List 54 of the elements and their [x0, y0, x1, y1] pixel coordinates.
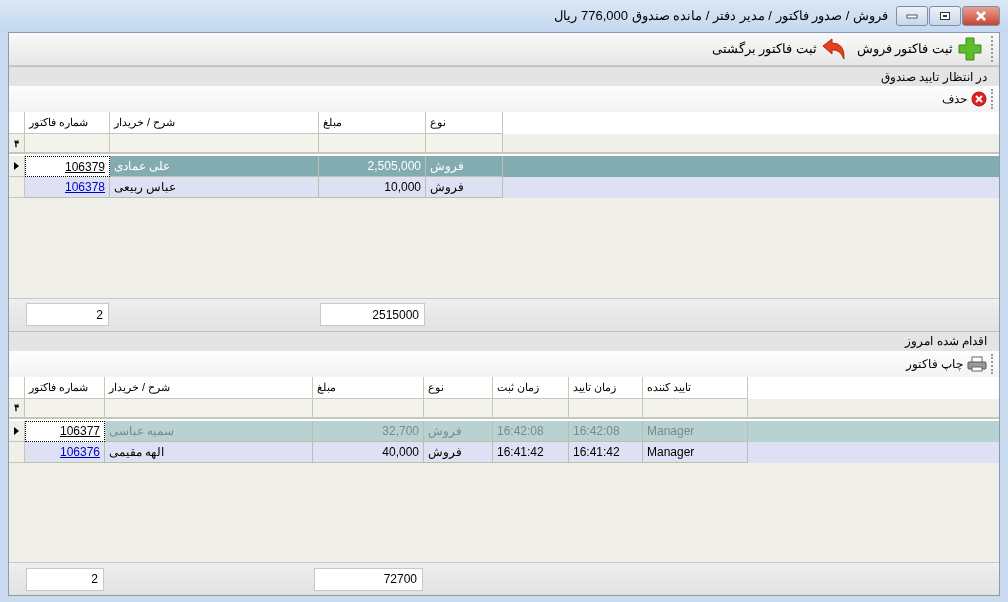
row-header[interactable] [9, 156, 25, 177]
total-field[interactable]: 2 [26, 567, 104, 591]
printer-icon [967, 355, 987, 372]
section-title: اقدام شده امروز [905, 333, 987, 350]
filter-cell[interactable] [426, 134, 503, 152]
column-header[interactable]: نوع [424, 376, 493, 399]
row-pointer-icon [14, 426, 19, 435]
invoice-link[interactable]: 106376 [59, 442, 100, 461]
action-button[interactable]: حذف [942, 90, 987, 108]
invoice-link[interactable]: 106378 [64, 178, 105, 196]
table-cell: فروش [424, 441, 493, 463]
table-cell: 10,000 [319, 177, 426, 198]
table-cell: Manager [643, 420, 748, 442]
total-field[interactable]: 72700 [314, 567, 423, 591]
invoice-link[interactable]: 106379 [64, 157, 105, 176]
table-cell: الهه مقیمی [105, 441, 313, 463]
close-icon [975, 11, 987, 21]
filter-cell[interactable] [319, 134, 426, 152]
row-pointer-icon [14, 162, 19, 170]
table-cell: 32,700 [313, 420, 424, 442]
total-field[interactable]: 2515000 [320, 303, 425, 326]
table-cell: 16:41:42 [493, 441, 569, 463]
toolbar-button[interactable]: ثبت فاکتور برگشتی [709, 37, 849, 61]
close-button[interactable] [962, 6, 1000, 26]
column-header[interactable]: شماره فاکتور [25, 376, 105, 399]
restore-icon [939, 11, 951, 21]
table-cell: فروش [424, 420, 493, 442]
table-cell: 16:42:08 [569, 420, 643, 442]
column-header[interactable]: تایید کننده [643, 376, 748, 399]
filter-cell[interactable] [25, 134, 110, 152]
invoice-link[interactable]: 106377 [59, 422, 100, 440]
action-button[interactable]: چاپ فاکتور [905, 354, 987, 373]
table-cell: Manager [643, 441, 748, 463]
filter-cell[interactable] [110, 134, 319, 152]
plus-icon [957, 36, 983, 62]
minimize-icon [906, 13, 918, 19]
curved-arrow-icon [820, 37, 847, 61]
window-title: فروش / صدور فاکتور / مدیر دفتر / مانده صندوق 776,000 ریال [554, 7, 888, 26]
total-field[interactable]: 2 [26, 303, 109, 326]
column-header[interactable]: مبلغ [313, 376, 424, 399]
section-title: در انتظار تایید صندوق [881, 68, 987, 86]
restore-button[interactable] [929, 6, 961, 26]
toolbar-button[interactable]: ثبت فاکتور فروش [854, 36, 985, 62]
column-header[interactable]: زمان ثبت [493, 376, 569, 399]
table-cell: عباس ربیعی [110, 177, 319, 198]
column-header[interactable]: شرح / خریدار [105, 376, 313, 399]
table-cell: 16:42:08 [493, 420, 569, 442]
delete-icon [971, 91, 987, 107]
column-header[interactable]: زمان تایید [569, 376, 643, 399]
table-cell: فروش [426, 177, 503, 198]
row-header[interactable] [9, 420, 25, 442]
table-cell: 16:41:42 [569, 441, 643, 463]
table-cell: سمیه عباسی [105, 420, 313, 442]
table-cell: 40,000 [313, 441, 424, 463]
